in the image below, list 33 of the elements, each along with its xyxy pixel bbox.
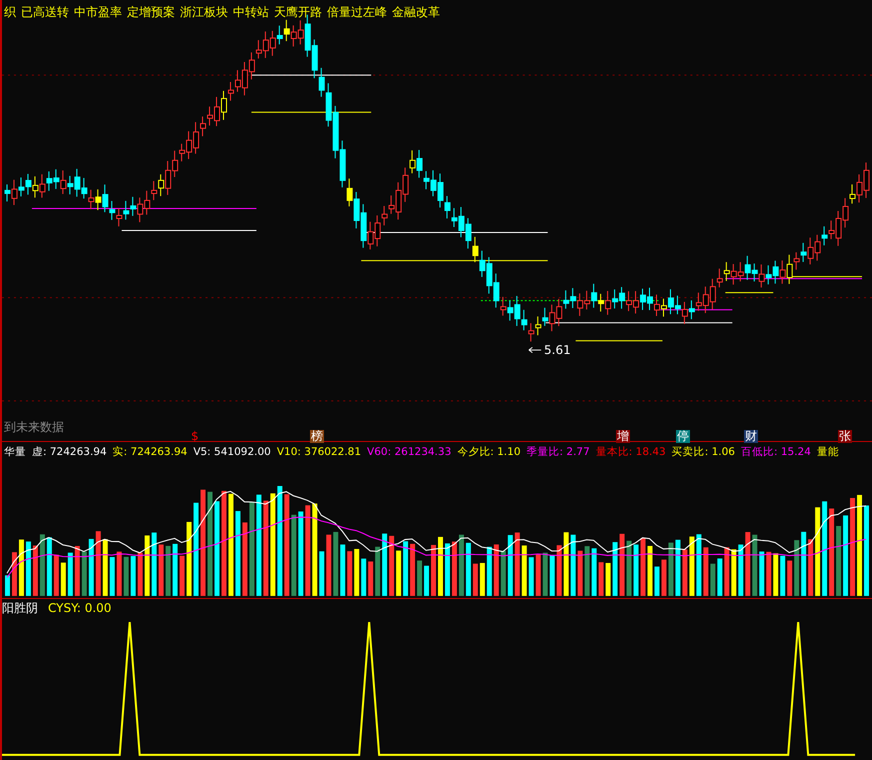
indicator-title: 华量 — [4, 445, 26, 459]
concept-tag[interactable]: 天鹰开路 — [274, 4, 322, 21]
price-value: 5.61 — [544, 343, 571, 357]
concept-tag[interactable]: 中市盈率 — [74, 4, 122, 21]
concept-tag[interactable]: 金融改革 — [392, 4, 440, 21]
concept-tag[interactable]: 中转站 — [233, 4, 269, 21]
concept-tag[interactable]: 已高送转 — [21, 4, 69, 21]
event-marker[interactable]: $ — [190, 430, 200, 443]
indicator-value: 实: 724263.94 — [112, 445, 188, 459]
event-badge[interactable]: 张 — [838, 430, 852, 443]
indicator-value: 量能 — [816, 445, 839, 459]
arrow-left-icon — [528, 346, 542, 354]
indicator-value: 今夕比: 1.10 — [457, 445, 521, 459]
concept-tag[interactable]: 织 — [4, 4, 16, 21]
level-line — [724, 292, 774, 294]
indicator-value: 虚: 724263.94 — [32, 445, 107, 459]
indicator-value: CYSY: 0.00 — [48, 601, 112, 615]
concept-tag[interactable]: 浙江板块 — [180, 4, 228, 21]
indicator-title: 阳胜阴 — [2, 600, 38, 616]
concept-tag[interactable]: 定增预案 — [127, 4, 175, 21]
event-badge[interactable]: 增 — [616, 430, 630, 443]
event-badge[interactable]: 榜 — [310, 430, 324, 443]
indicator-value: V5: 541092.00 — [193, 446, 271, 458]
indicator-value: 百低比: 15.24 — [740, 445, 811, 459]
indicator-value: V60: 261234.33 — [367, 446, 452, 458]
indicator-value: 季量比: 2.77 — [526, 445, 590, 459]
indicator-value: V10: 376022.81 — [276, 446, 362, 458]
indicator-value: 买卖比: 1.06 — [672, 445, 735, 459]
indicator-value: 量本比: 18.43 — [596, 445, 666, 459]
event-badge[interactable]: 财 — [744, 430, 758, 443]
warning-text: 到未来数据 — [4, 419, 64, 436]
concept-tag[interactable]: 倍量过左峰 — [327, 4, 387, 21]
event-badge[interactable]: 停 — [676, 430, 690, 443]
